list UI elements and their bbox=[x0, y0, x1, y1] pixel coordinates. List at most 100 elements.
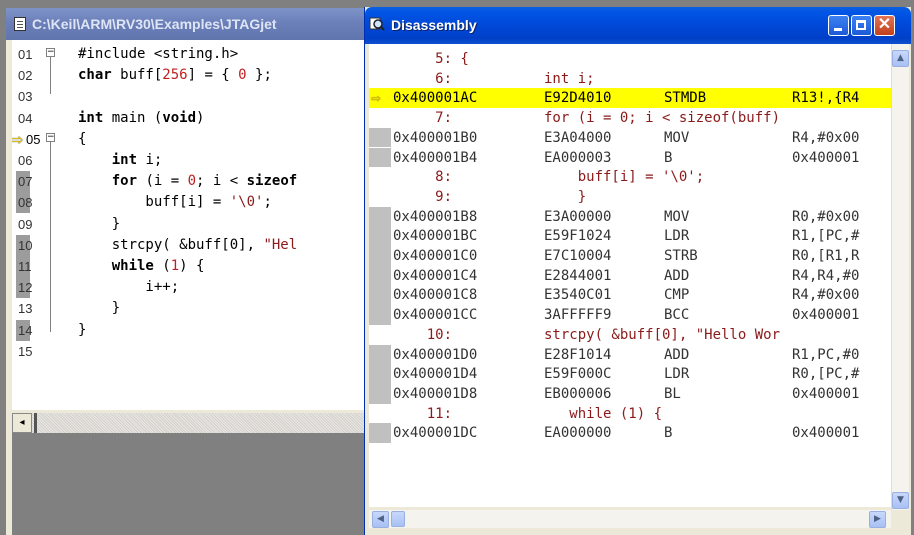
instruction-line[interactable]: 0x400001D8 EB000006 BL 0x400001 bbox=[369, 383, 891, 404]
scroll-up-button[interactable]: ▲ bbox=[892, 50, 909, 67]
code-line[interactable]: 14} bbox=[12, 319, 374, 341]
operands: R4,#0x00 bbox=[792, 129, 860, 146]
instruction-line[interactable]: 0x400001B0 E3A04000 MOV R4,#0x00 bbox=[369, 127, 891, 148]
address: 0x400001D8 bbox=[393, 385, 478, 402]
source-line[interactable]: 9: } bbox=[369, 187, 891, 207]
code-token: 1 bbox=[170, 258, 180, 274]
opcode: E3A04000 bbox=[544, 129, 612, 146]
disassembly-titlebar[interactable]: Disassembly ✕ bbox=[365, 7, 911, 44]
fold-collapse-icon[interactable]: − bbox=[46, 48, 55, 57]
line-number: 06 bbox=[18, 153, 33, 168]
opcode: EB000006 bbox=[544, 385, 612, 402]
scroll-thumb[interactable] bbox=[391, 511, 405, 527]
gutter-cell bbox=[369, 226, 391, 246]
instruction-line[interactable]: 0x400001CC 3AFFFFF9 BCC 0x400001 bbox=[369, 305, 891, 325]
source-line[interactable]: 10: strcpy( &buff[0], "Hello Wor bbox=[369, 325, 891, 345]
instruction-line[interactable]: ⇨ 0x400001AC E92D4010 STMDB R13!,{R4 bbox=[369, 88, 891, 109]
code-token: 0 bbox=[187, 173, 197, 190]
code-line[interactable]: 11 while (1) { bbox=[12, 256, 374, 277]
mnemonic: B bbox=[664, 149, 673, 166]
code-token: '\0' bbox=[229, 194, 264, 211]
fold-line bbox=[50, 142, 51, 332]
operands: R4,R4,#0 bbox=[792, 267, 860, 284]
code-token: ) bbox=[196, 109, 205, 126]
editor-horizontal-scrollbar[interactable]: ◂ bbox=[12, 413, 374, 433]
code-line[interactable]: 05{ bbox=[12, 129, 374, 150]
code-line[interactable]: 08 buff[i] = '\0'; bbox=[12, 192, 374, 214]
source-line[interactable]: 6: int i; bbox=[369, 69, 891, 89]
code-token: sizeof bbox=[246, 173, 298, 190]
editor-titlebar[interactable]: C:\Keil\ARM\RV30\Examples\JTAGjet bbox=[6, 8, 374, 40]
mnemonic: MOV bbox=[664, 129, 690, 146]
code-token: i; bbox=[137, 152, 163, 168]
source-line[interactable]: 11: while (1) { bbox=[369, 404, 891, 424]
line-number: 10 bbox=[18, 237, 33, 253]
disassembly-window: Disassembly ✕ 5: { 6: int i; ⇨ 0x400001AC E9… bbox=[364, 7, 911, 535]
address: 0x400001D4 bbox=[393, 366, 478, 383]
source-line[interactable]: 7: for (i = 0; i < sizeof(buff) bbox=[369, 108, 891, 128]
code-line[interactable]: 06 int i; bbox=[12, 150, 374, 171]
scroll-thumb[interactable] bbox=[34, 413, 37, 433]
code-line[interactable]: 03 bbox=[12, 86, 374, 107]
source-text: while (1) { bbox=[544, 405, 663, 422]
yellow-arrow-icon: ⇨ bbox=[12, 129, 24, 149]
address: 0x400001BC bbox=[393, 228, 478, 245]
scroll-down-button[interactable]: ▼ bbox=[892, 492, 909, 509]
mnemonic: B bbox=[664, 425, 673, 442]
source-code-area[interactable]: 01 #include <string.h> 02 char buff[256] = … bbox=[12, 40, 374, 410]
code-token: strcpy( &buff[0], bbox=[78, 236, 264, 253]
operands: R13!,{R4 bbox=[792, 90, 860, 107]
instruction-line[interactable]: 0x400001BC E59F1024 LDR R1,[PC,# bbox=[369, 226, 891, 246]
instruction-line[interactable]: 0x400001D4 E59F000C LDR R0,[PC,# bbox=[369, 364, 891, 384]
maximize-button[interactable] bbox=[851, 15, 872, 36]
opcode: E59F1024 bbox=[544, 228, 612, 245]
line-number: 13 bbox=[18, 301, 33, 317]
instruction-line[interactable]: 0x400001B8 E3A00000 MOV R0,#0x00 bbox=[369, 206, 891, 227]
operands: 0x400001 bbox=[792, 425, 860, 442]
gutter-cell bbox=[369, 147, 391, 168]
source-line[interactable]: 8: buff[i] = '\0'; bbox=[369, 167, 891, 187]
code-line[interactable]: 12 i++; bbox=[12, 277, 374, 299]
editor-title: C:\Keil\ARM\RV30\Examples\JTAGjet bbox=[32, 16, 277, 32]
resize-grip[interactable] bbox=[891, 510, 908, 528]
code-line[interactable]: 02 char buff[256] = { 0 }; bbox=[12, 65, 374, 86]
mnemonic: LDR bbox=[664, 366, 690, 383]
code-line[interactable]: 13 } bbox=[12, 298, 374, 319]
gutter-cell bbox=[369, 423, 391, 443]
scroll-right-button[interactable]: ▶ bbox=[869, 511, 886, 528]
close-button[interactable]: ✕ bbox=[874, 15, 895, 36]
scroll-left-button[interactable]: ◀ bbox=[372, 511, 389, 528]
code-line[interactable]: 01 #include <string.h> bbox=[12, 44, 374, 65]
code-line[interactable]: 07 for (i = 0; i < sizeof bbox=[12, 171, 374, 193]
operands: 0x400001 bbox=[792, 149, 860, 166]
instruction-line[interactable]: 0x400001C4 E2844001 ADD R4,R4,#0 bbox=[369, 265, 891, 286]
instruction-line[interactable]: 0x400001DC EA000000 B 0x400001 bbox=[369, 423, 891, 443]
operands: R1,[PC,# bbox=[792, 228, 860, 245]
minimize-button[interactable] bbox=[828, 15, 849, 36]
opcode: E92D4010 bbox=[544, 90, 612, 107]
disassembly-title: Disassembly bbox=[391, 17, 477, 33]
instruction-line[interactable]: 0x400001B4 EA000003 B 0x400001 bbox=[369, 147, 891, 168]
line-number: 03 bbox=[18, 89, 33, 105]
horizontal-scrollbar[interactable]: ◀ ▶ bbox=[369, 510, 891, 528]
operands: R4,#0x00 bbox=[792, 287, 860, 304]
opcode: E28F1014 bbox=[544, 346, 612, 363]
code-line[interactable]: 15 bbox=[12, 341, 374, 362]
instruction-line[interactable]: 0x400001D0 E28F1014 ADD R1,PC,#0 bbox=[369, 344, 891, 365]
instruction-line[interactable]: 0x400001C8 E3540C01 CMP R4,#0x00 bbox=[369, 285, 891, 306]
code-line[interactable]: 09 } bbox=[12, 214, 374, 235]
source-line[interactable]: 5: { bbox=[369, 49, 891, 69]
code-line[interactable]: 04 int main (void) bbox=[12, 108, 374, 129]
source-line-number: 6: bbox=[393, 70, 453, 87]
fold-collapse-icon[interactable]: − bbox=[46, 133, 55, 142]
scroll-left-button[interactable]: ◂ bbox=[12, 413, 32, 433]
code-line[interactable]: 10 strcpy( &buff[0], "Hel bbox=[12, 234, 374, 256]
code-token: int bbox=[111, 152, 138, 168]
code-token: } bbox=[78, 321, 87, 338]
disassembly-listing[interactable]: 5: { 6: int i; ⇨ 0x400001AC E92D4010 STMDB R13… bbox=[369, 44, 891, 507]
source-text: int i; bbox=[544, 70, 595, 87]
code-token: i++; bbox=[78, 279, 180, 296]
instruction-line[interactable]: 0x400001C0 E7C10004 STRB R0,[R1,R bbox=[369, 246, 891, 266]
vertical-scrollbar[interactable]: ▲ ▼ bbox=[891, 44, 909, 510]
